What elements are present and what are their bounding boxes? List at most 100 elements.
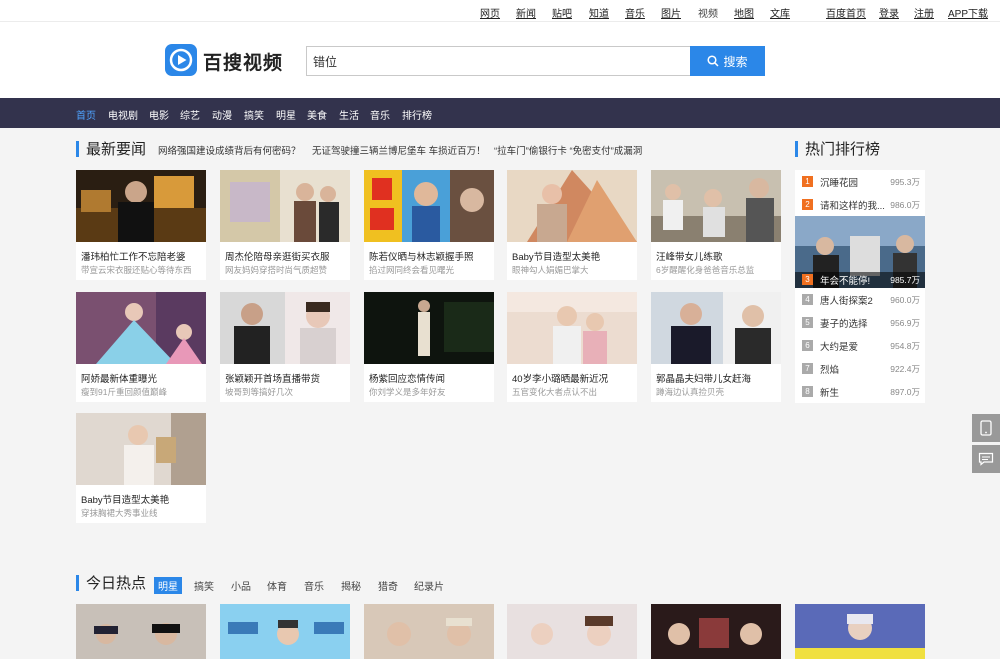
feedback-button[interactable] xyxy=(972,445,1000,473)
video-card[interactable]: 郭晶晶夫妇带儿女赶海 蹲海边认真捡贝壳 xyxy=(651,292,781,402)
rank-count: 922.4万 xyxy=(890,364,920,374)
topnav-zhidao[interactable]: 知道 xyxy=(589,5,609,20)
logo-play-icon[interactable] xyxy=(165,44,197,76)
video-card[interactable]: 张颖颖开首场直播带货 坡哥到等搞好几次 xyxy=(220,292,350,402)
topnav-tieba[interactable]: 贴吧 xyxy=(552,5,572,20)
hot-video-card[interactable] xyxy=(364,604,494,659)
hot-video-card[interactable] xyxy=(795,604,925,659)
topnav-register[interactable]: 注册 xyxy=(914,5,934,20)
rank-title: 烈焰 xyxy=(820,365,840,376)
video-thumbnail xyxy=(651,170,781,242)
tab-documentary[interactable]: 纪录片 xyxy=(414,578,444,593)
ranking-item[interactable]: 8 新生 897.0万 xyxy=(795,380,925,403)
video-card[interactable]: 阿娇最新体重曝光 瘦到91斤重回颜值巅峰 xyxy=(76,292,206,402)
headline-link[interactable]: “拉车门”偷银行卡 “免密支付”成漏洞 xyxy=(494,143,642,157)
cat-home[interactable]: 首页 xyxy=(76,107,96,122)
card-title: 潘玮柏忙工作不忘陪老婆 xyxy=(81,252,186,263)
card-subtitle: 穿抹胸裙大秀事业线 xyxy=(81,508,158,518)
card-title: 郭晶晶夫妇带儿女赶海 xyxy=(656,374,752,385)
cat-food[interactable]: 美食 xyxy=(307,107,327,122)
tab-funny[interactable]: 搞笑 xyxy=(194,578,214,593)
cat-movie[interactable]: 电影 xyxy=(149,107,169,122)
card-subtitle: 坡哥到等搞好几次 xyxy=(225,387,294,397)
video-thumbnail xyxy=(76,170,206,242)
rank-title: 妻子的选择 xyxy=(820,319,868,330)
mobile-app-button[interactable] xyxy=(972,414,1000,442)
topnav-web[interactable]: 网页 xyxy=(480,5,500,20)
hot-video-card[interactable] xyxy=(507,604,637,659)
video-thumbnail xyxy=(76,413,206,485)
hot-video-card[interactable] xyxy=(220,604,350,659)
video-card[interactable]: 40岁李小璐晒最新近况 五官变化大者点认不出 xyxy=(507,292,637,402)
search-button[interactable]: 搜索 xyxy=(690,46,765,76)
topnav-map[interactable]: 地图 xyxy=(734,5,754,20)
tab-music[interactable]: 音乐 xyxy=(304,578,324,593)
video-card[interactable]: 潘玮柏忙工作不忘陪老婆 带宣云宋衣服还贴心等待东西 xyxy=(76,170,206,280)
rank-count: 986.0万 xyxy=(890,200,920,210)
category-bar: 首页 电视剧 电影 综艺 动漫 搞笑 明星 美食 生活 音乐 排行榜 xyxy=(0,98,1000,128)
video-card[interactable]: Baby节目造型太美艳 穿抹胸裙大秀事业线 xyxy=(76,413,206,523)
ranking-item[interactable]: 5 妻子的选择 956.9万 xyxy=(795,311,925,334)
topnav-baidu-home[interactable]: 百度首页 xyxy=(826,5,866,20)
video-card[interactable]: 周杰伦陪母亲逛街买衣服 网友妈妈穿搭时尚气质超赞 xyxy=(220,170,350,280)
cat-stars[interactable]: 明星 xyxy=(276,107,296,122)
topnav-music[interactable]: 音乐 xyxy=(625,5,645,20)
topnav-images[interactable]: 图片 xyxy=(661,5,681,20)
cat-tv[interactable]: 电视剧 xyxy=(108,107,138,122)
rank-count: 985.7万 xyxy=(890,275,920,285)
topnav-wenku[interactable]: 文库 xyxy=(770,5,790,20)
tab-reveal[interactable]: 揭秘 xyxy=(341,578,361,593)
ranking-title: 热门排行榜 xyxy=(795,141,880,157)
video-card[interactable]: Baby节目造型太美艳 眼神勾人娟媚巴掌大 xyxy=(507,170,637,280)
ranking-item[interactable]: 6 大约是爱 954.8万 xyxy=(795,334,925,357)
header: 百搜视频 搜索 xyxy=(0,23,1000,98)
ranking-item[interactable]: 2 请和这样的我... 986.0万 xyxy=(795,193,925,216)
video-card[interactable]: 汪峰带女儿练歌 6岁醒醒化身爸爸音乐总监 xyxy=(651,170,781,280)
tab-sketch[interactable]: 小品 xyxy=(231,578,251,593)
ranking-item[interactable]: 4 唐人街探案2 960.0万 xyxy=(795,288,925,311)
rank-count: 954.8万 xyxy=(890,341,920,351)
rank-count: 956.9万 xyxy=(890,318,920,328)
search-button-label: 搜索 xyxy=(723,54,748,69)
today-hot-title: 今日热点 xyxy=(76,575,146,591)
search-input[interactable] xyxy=(306,46,691,76)
headline-link[interactable]: 无证驾驶撞三辆兰博尼堡车 车损近百万！ xyxy=(312,143,486,157)
logo-text[interactable]: 百搜视频 xyxy=(203,48,283,75)
topnav-news[interactable]: 新闻 xyxy=(516,5,536,20)
card-subtitle: 掐过网同终会看见曙光 xyxy=(369,265,455,275)
tab-sports[interactable]: 体育 xyxy=(267,578,287,593)
topnav-app-download[interactable]: APP下载 xyxy=(948,5,988,20)
hot-video-card[interactable] xyxy=(76,604,206,659)
phone-icon xyxy=(980,420,992,436)
video-card[interactable]: 杨紫回应恋情传闻 你刘学义是多年好友 xyxy=(364,292,494,402)
rank-title: 请和这样的我... xyxy=(820,201,885,212)
rank-count: 897.0万 xyxy=(890,387,920,397)
video-card[interactable]: 陈若仪晒与林志颖握手照 掐过网同终会看见曙光 xyxy=(364,170,494,280)
rank-title: 大约是爱 xyxy=(820,342,859,353)
ranking-item[interactable]: 7 烈焰 922.4万 xyxy=(795,357,925,380)
video-thumbnail xyxy=(651,292,781,364)
tab-curious[interactable]: 猎奇 xyxy=(378,578,398,593)
card-title: 陈若仪晒与林志颖握手照 xyxy=(369,252,474,263)
hot-video-card[interactable] xyxy=(651,604,781,659)
tab-stars[interactable]: 明星 xyxy=(154,577,182,594)
cat-life[interactable]: 生活 xyxy=(339,107,359,122)
headline-link[interactable]: 网络强国建设成绩背后有何密码？ xyxy=(158,143,301,157)
video-thumbnail xyxy=(795,604,925,659)
cat-music[interactable]: 音乐 xyxy=(370,107,390,122)
video-thumbnail xyxy=(76,292,206,364)
video-thumbnail xyxy=(220,292,350,364)
ranking-item[interactable]: 1 沉睡花园 995.3万 xyxy=(795,170,925,193)
ranking-featured-item[interactable]: 3 年会不能停! 985.7万 xyxy=(795,216,925,288)
topnav-login[interactable]: 登录 xyxy=(879,5,899,20)
topnav-video[interactable]: 视频 xyxy=(698,5,718,20)
cat-ranking[interactable]: 排行榜 xyxy=(402,107,432,122)
card-subtitle: 眼神勾人娟媚巴掌大 xyxy=(512,265,589,275)
cat-funny[interactable]: 搞笑 xyxy=(244,107,264,122)
feedback-icon xyxy=(978,452,994,466)
video-thumbnail xyxy=(364,604,494,659)
rank-title: 唐人街探案2 xyxy=(820,296,873,307)
cat-anime[interactable]: 动漫 xyxy=(212,107,232,122)
top-nav: 网页 新闻 贴吧 知道 音乐 图片 视频 地图 文库 百度首页 登录 注册 AP… xyxy=(0,0,1000,22)
cat-variety[interactable]: 综艺 xyxy=(180,107,200,122)
